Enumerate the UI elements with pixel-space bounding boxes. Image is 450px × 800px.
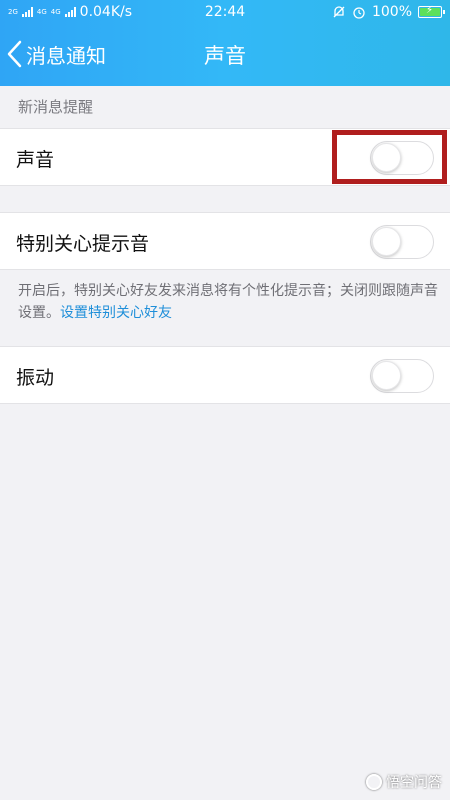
toggle-knob	[372, 361, 401, 390]
signal-icon	[21, 7, 33, 17]
watermark-text: 悟空问答	[386, 775, 442, 791]
header-bar: 2G 4G 4G 0.04K/s 22:44 100% ⚡ 消息通知 声音	[0, 0, 450, 86]
watermark: 悟空问答	[366, 772, 442, 792]
status-left: 2G 4G 4G 0.04K/s	[8, 4, 132, 20]
network-4g-label: 4G	[36, 7, 47, 16]
alarm-clock-icon	[353, 7, 365, 19]
network-4g-label-2: 4G	[50, 7, 61, 16]
row-special-care: 特别关心提示音	[0, 212, 450, 270]
network-speed: 0.04K/s	[79, 4, 133, 20]
status-right: 100% ⚡	[332, 4, 445, 20]
row-vibrate: 振动	[0, 346, 450, 404]
toggle-knob	[372, 227, 401, 256]
special-care-toggle[interactable]	[370, 225, 434, 259]
page-title: 声音	[204, 44, 246, 68]
battery-charging-icon: ⚡	[418, 5, 445, 18]
section-header: 新消息提醒	[18, 98, 94, 116]
vibrate-toggle[interactable]	[370, 359, 434, 393]
status-bar: 2G 4G 4G 0.04K/s 22:44 100% ⚡	[0, 0, 450, 24]
battery-percent: 100%	[371, 4, 412, 20]
nav-bar: 消息通知 声音	[0, 24, 450, 84]
highlight-box	[332, 130, 447, 184]
special-care-friends-link[interactable]: 设置特别关心好友	[60, 305, 172, 321]
bell-off-icon	[333, 6, 345, 18]
watermark-logo-icon	[366, 774, 382, 790]
network-2g-label: 2G	[8, 7, 18, 16]
row-special-care-label: 特别关心提示音	[16, 233, 150, 255]
description: 开启后，特别关心好友发来消息将有个性化提示音；关闭则跟随声音设置。设置特别关心好…	[18, 280, 438, 324]
signal-icon-2	[64, 7, 76, 17]
row-vibrate-label: 振动	[16, 367, 55, 389]
row-sound-label: 声音	[16, 149, 55, 171]
